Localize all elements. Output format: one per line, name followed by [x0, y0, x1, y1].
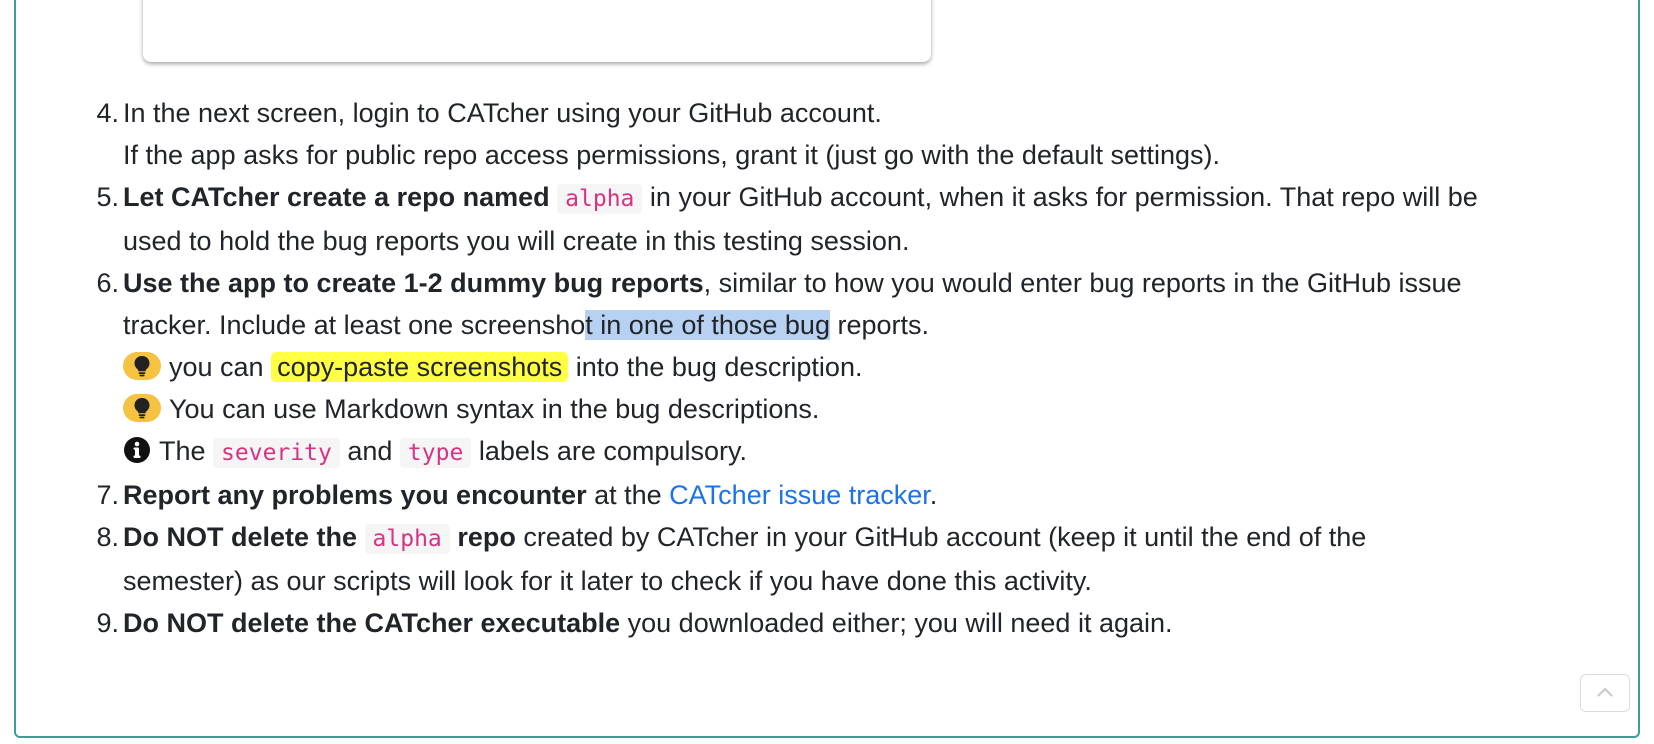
step-9-text: you downloaded either; you will need it …	[627, 608, 1173, 638]
step-5-bold-text: Let CATcher create a repo named	[123, 182, 550, 212]
step-number: 4.	[96, 98, 119, 128]
step-6-text-before-selection: tracker. Include at least one screensho	[123, 310, 586, 340]
step-8-line-2: semester) as our scripts will look for i…	[123, 566, 1092, 596]
step-8-bold-repo: repo	[457, 522, 516, 552]
list-item-step-4: 4. In the next screen, login to CATcher …	[96, 92, 1623, 176]
step-7-text: at the	[594, 480, 662, 510]
info-text-after: labels are compulsory.	[478, 436, 747, 466]
list-item-step-8: 8. Do NOT delete the alpha repo created …	[96, 516, 1623, 602]
step-7-period: .	[929, 480, 938, 510]
step-6-bold-text: Use the app to create 1-2 dummy bug repo…	[123, 268, 704, 298]
list-item-step-9: 9. Do NOT delete the CATcher executable …	[96, 602, 1623, 644]
step-5-line-2: used to hold the bug reports you will cr…	[123, 226, 910, 256]
step-4-line-2: If the app asks for public repo access p…	[123, 140, 1221, 170]
step-9-bold-text: Do NOT delete the CATcher executable	[123, 608, 621, 638]
step-6-line-1: Use the app to create 1-2 dummy bug repo…	[123, 262, 1623, 304]
step-5-text: in your GitHub account, when it asks for…	[649, 182, 1478, 212]
info-text-middle: and	[347, 436, 393, 466]
step-7-line-1: Report any problems you encounter at the…	[123, 474, 1623, 516]
info-circle-icon	[123, 434, 151, 463]
step-7-bold-text: Report any problems you encounter	[123, 480, 587, 510]
selected-text[interactable]: t in one of those bug	[585, 310, 830, 340]
chevron-up-icon	[1597, 688, 1613, 697]
step-8-bold-text: Do NOT delete the	[123, 522, 358, 552]
step-5-line-1: Let CATcher create a repo named alpha in…	[123, 176, 1623, 220]
step-8-text: created by CATcher in your GitHub accoun…	[523, 522, 1367, 552]
highlighted-text: copy-paste screenshots	[271, 352, 569, 382]
tip-markdown: You can use Markdown syntax in the bug d…	[123, 388, 1623, 430]
step-6-line-2: tracker. Include at least one screenshot…	[123, 304, 1623, 346]
step-number: 9.	[96, 608, 119, 638]
lightbulb-icon	[123, 352, 161, 380]
step-number: 7.	[96, 480, 119, 510]
info-labels-compulsory: The severity and type labels are compuls…	[123, 430, 1623, 474]
list-item-step-7: 7. Report any problems you encounter at …	[96, 474, 1623, 516]
step-number: 6.	[96, 268, 119, 298]
lightbulb-icon	[123, 394, 161, 422]
list-item-step-6: 6. Use the app to create 1-2 dummy bug r…	[96, 262, 1623, 474]
screenshot-card	[143, 0, 931, 62]
tip-1-text-before: you can	[169, 352, 264, 382]
list-item-step-5: 5. Let CATcher create a repo named alpha…	[96, 176, 1623, 262]
tip-copy-paste: you can copy-paste screenshots into the …	[123, 346, 1623, 388]
step-4-line-1: In the next screen, login to CATcher usi…	[123, 98, 882, 128]
tip-1-text-after: into the bug description.	[575, 352, 863, 382]
repo-name-code: alpha	[364, 524, 450, 554]
tip-2-text: You can use Markdown syntax in the bug d…	[169, 394, 820, 424]
severity-label-code: severity	[213, 438, 340, 468]
step-number: 5.	[96, 182, 119, 212]
instruction-list: 4. In the next screen, login to CATcher …	[96, 92, 1623, 644]
catcher-issue-tracker-link[interactable]: CATcher issue tracker	[669, 480, 930, 510]
step-number: 8.	[96, 522, 119, 552]
step-6-text: , similar to how you would enter bug rep…	[703, 268, 1462, 298]
repo-name-code: alpha	[557, 184, 643, 214]
info-text-before: The	[159, 436, 206, 466]
step-6-text-after-selection: reports.	[829, 310, 930, 340]
type-label-code: type	[399, 438, 472, 468]
step-8-line-1: Do NOT delete the alpha repo created by …	[123, 516, 1623, 560]
scroll-to-top-button[interactable]	[1580, 674, 1630, 712]
step-9-line-1: Do NOT delete the CATcher executable you…	[123, 602, 1623, 644]
